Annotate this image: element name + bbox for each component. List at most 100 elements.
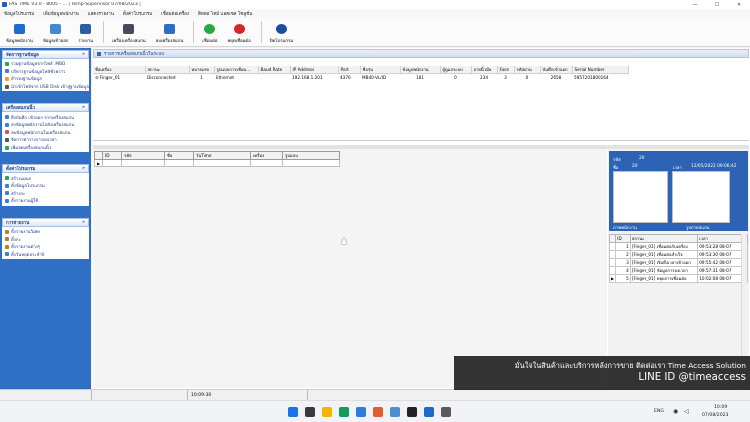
sidebar-item[interactable]: บริหารฐานข้อมูลไฟล์ชั่วคราว — [2, 68, 89, 76]
sidebar-item[interactable]: จัดการตารางการลงเวลา — [2, 136, 89, 144]
image-viewer-icon[interactable] — [390, 407, 400, 417]
employee-button[interactable]: ข้อมูลพนักงาน — [2, 18, 37, 46]
column-header[interactable]: ID — [615, 234, 631, 243]
sidebar-section-scanner[interactable]: เครื่องสแกนนิ้ว » — [2, 103, 89, 113]
menu-settings[interactable]: ตั้งค่าโปรแกรม — [123, 10, 152, 17]
column-header[interactable]: ชื่อรุ่น — [360, 66, 401, 74]
edge-browser-icon[interactable] — [339, 407, 349, 417]
sidebar-item[interactable]: ตั้งวันหยุดประจำปี — [2, 251, 89, 259]
event-grid-header: ID สถานะ เวลา — [608, 234, 748, 243]
sidebar-item[interactable]: นำเข้าไฟล์จาก USB Disk เข้าสู่ฐานข้อมูล — [2, 83, 89, 91]
column-header[interactable]: วันTime — [193, 151, 251, 160]
sidebar-section-settings[interactable]: ตั้งค่าโปรแกรม » — [2, 164, 89, 174]
language-indicator[interactable]: ENG — [654, 409, 664, 414]
collapse-icon[interactable]: » — [82, 220, 85, 225]
column-header[interactable]: ข้อมูลพนักงาน — [400, 66, 441, 74]
report-icon — [5, 229, 9, 234]
window-icon[interactable] — [441, 407, 451, 417]
scanner-button[interactable]: เครื่องเครื่องสแกน — [108, 18, 150, 46]
status-bar: 10:09:30 — [0, 389, 750, 400]
schedule-icon — [5, 137, 9, 142]
sidebar-item[interactable]: ตั้งรายงานต่างๆ — [2, 243, 89, 251]
report-icon — [5, 244, 9, 249]
app-icon[interactable] — [373, 407, 383, 417]
table-row[interactable]: 3 [Finger_01] เริ่มดึงเวลาเข้าออก 09:55:… — [608, 258, 748, 267]
status-time: 10:09:30 — [188, 390, 308, 400]
sidebar-item[interactable]: สำรองฐานข้อมูล — [2, 75, 89, 83]
minimize-button[interactable]: — — [684, 0, 706, 9]
menu-connect[interactable]: เชื่อมต่อเครื่อง — [161, 10, 189, 17]
sidebar-item[interactable]: ลบข้อมูลพนักงานในเครื่องสแกน — [2, 129, 89, 137]
table-row[interactable]: ▶ 5 [Finger_01] หยุดการเชื่อมต่อ 10:02:0… — [608, 274, 748, 283]
sidebar-item[interactable]: ตั้งกะ — [2, 235, 89, 243]
sidebar-item[interactable]: รวมฐานข้อมูลจากไฟล์ .MBD — [2, 60, 89, 68]
column-header[interactable]: ชื่อ — [164, 151, 194, 160]
column-header[interactable]: Face — [497, 66, 515, 74]
collapse-icon[interactable]: » — [82, 105, 85, 110]
sidebar-item[interactable]: ตั้งข้อมูลโปรแกรม — [2, 182, 89, 190]
device-records: 2658 — [540, 73, 572, 82]
column-header[interactable]: สถานะ — [145, 66, 190, 74]
sidebar-item[interactable]: สร้างกะ — [2, 190, 89, 198]
disconnect-button[interactable]: หยุดเชื่อมต่อ — [223, 18, 254, 46]
report-button[interactable]: รายงาน — [74, 18, 97, 46]
column-header[interactable]: Serial Number — [572, 66, 629, 74]
column-header[interactable]: หมายเลข — [189, 66, 215, 74]
sidebar-item[interactable]: ส่งข้อมูลพนักงานไปยังเครื่องสแกน — [2, 121, 89, 129]
windows-start-icon[interactable] — [288, 407, 298, 417]
column-header[interactable]: ลายนิ้วมือ — [471, 66, 498, 74]
sidebar-item[interactable]: สร้างแผนก — [2, 174, 89, 182]
column-header[interactable]: Baud Rate — [258, 66, 291, 74]
file-explorer-icon[interactable] — [322, 407, 332, 417]
exit-button[interactable]: ปิดโปรแกรม — [266, 18, 297, 46]
connect-button[interactable]: เชื่อมต่อ — [198, 18, 221, 46]
status-cell — [92, 390, 188, 400]
network-icon[interactable]: ◉ — [673, 408, 678, 415]
volume-icon[interactable]: ◁ — [684, 408, 689, 415]
column-header[interactable]: Port — [338, 66, 361, 74]
store-icon[interactable] — [356, 407, 366, 417]
table-row[interactable]: ⊘ Finger_01 Disconnected 1 Ethernet 192.… — [93, 73, 628, 82]
close-button[interactable]: ✕ — [728, 0, 750, 9]
menu-contact[interactable]: ติดต่อ ไทม์ แอคเซส โซลูชั่น — [198, 10, 252, 17]
sidebar-section-jobs[interactable]: การจ่ายงาน » — [2, 217, 89, 227]
table-row[interactable]: ▶ — [94, 159, 340, 167]
column-header[interactable]: ผู้ดูแลระบบ — [440, 66, 472, 74]
remove-scanner-button[interactable]: ลบเครื่องสแกน — [152, 18, 188, 46]
column-header[interactable]: บันทึกเข้าออก — [540, 66, 573, 74]
column-header[interactable]: รูปแบบการเชื่อม... — [214, 66, 259, 74]
attendance-button[interactable]: ข้อมูลเข้าออก — [39, 18, 73, 46]
column-header[interactable]: รหัสผ่าน — [514, 66, 541, 74]
maximize-button[interactable]: ☐ — [706, 0, 728, 9]
taskview-icon[interactable] — [305, 407, 315, 417]
column-header[interactable]: ID — [102, 151, 122, 160]
column-header[interactable]: IP Address — [290, 66, 339, 74]
column-header[interactable]: สถานะ — [629, 234, 699, 243]
terminal-icon[interactable] — [407, 407, 417, 417]
device-faces: 3 — [497, 73, 514, 82]
menu-program[interactable]: ข้อมูลโปรแกรม — [4, 10, 34, 17]
column-header[interactable]: รูปแบบ — [282, 151, 340, 160]
clock-date[interactable]: 07/08/2023 — [702, 413, 728, 418]
table-row[interactable]: 4 [Finger_01] ข้อมูลการลงเวลา 09:57:31 0… — [608, 266, 748, 275]
collapse-icon[interactable]: » — [82, 52, 85, 57]
device-users: 181 — [400, 73, 440, 82]
sidebar-item[interactable]: ตั้งรายงานวิเศษ — [2, 228, 89, 236]
column-header[interactable]: ชื่อเครื่อง — [93, 66, 146, 74]
sidebar-item[interactable]: ดึงบันทึก เข้าออก จากเครื่องสแกน — [2, 113, 89, 121]
sidebar-section-database[interactable]: จัดการฐานข้อมูล » — [2, 50, 89, 59]
clock-time[interactable]: 10:09 — [714, 405, 727, 410]
menu-add-employee[interactable]: เพิ่มข้อมูลพนักงาน — [43, 10, 79, 17]
log-panel: ID รหัส ชื่อ วันTime เครื่อง รูปแบบ ▶ — [93, 149, 607, 388]
content-title: รายการเครื่องสแกนนิ้วในระบบ — [104, 52, 164, 57]
menu-reports[interactable]: แสดงรายงาน — [88, 10, 114, 17]
sidebar-item[interactable]: ตั้งรายงานผู้ใช้ — [2, 197, 89, 205]
mail-icon[interactable] — [424, 407, 434, 417]
column-header[interactable]: รหัส — [121, 151, 165, 160]
table-row[interactable]: 2 [Finger_01] เชื่อมต่อสำเร็จ 09:53:30 0… — [608, 250, 748, 259]
employee-photo — [613, 171, 668, 223]
sidebar-item[interactable]: เพิ่มลดเครื่องสแกนนิ้ว — [2, 144, 89, 152]
collapse-icon[interactable]: » — [82, 166, 85, 171]
column-header[interactable]: เครื่อง — [250, 151, 283, 160]
table-row[interactable]: 1 [Finger_01] เชื่อมต่อกับเครื่อง 09:53:… — [608, 242, 748, 251]
